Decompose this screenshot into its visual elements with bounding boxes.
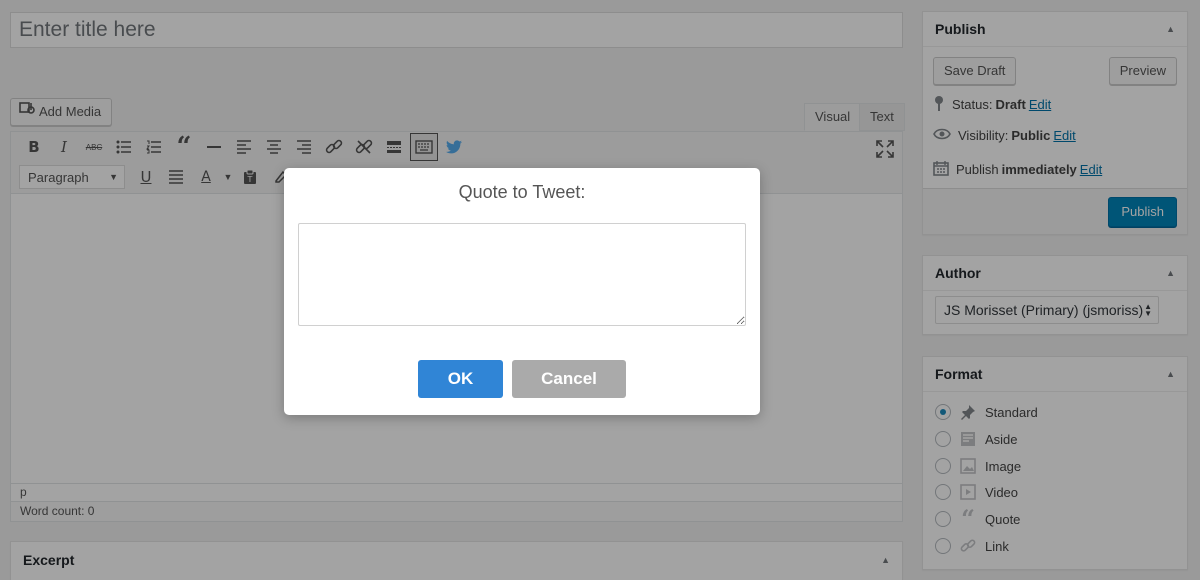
dialog-title: Quote to Tweet: [458, 182, 586, 202]
cancel-button[interactable]: Cancel [512, 360, 626, 398]
ok-button[interactable]: OK [418, 360, 503, 398]
tweet-quote-textarea[interactable] [298, 223, 746, 326]
quote-to-tweet-dialog: Quote to Tweet: OK Cancel [284, 168, 760, 415]
